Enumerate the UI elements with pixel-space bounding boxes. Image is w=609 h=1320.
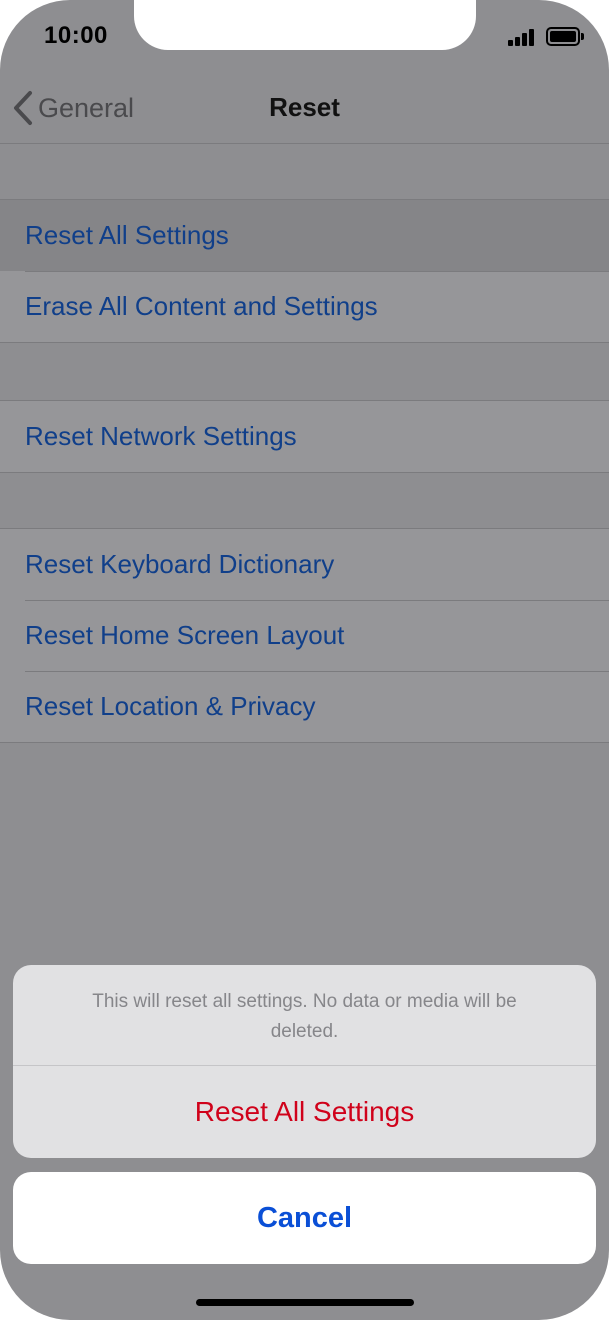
reset-group-3: Reset Keyboard Dictionary Reset Home Scr…: [0, 528, 609, 743]
erase-all-content-row[interactable]: Erase All Content and Settings: [0, 271, 609, 342]
cellular-signal-icon: [508, 28, 538, 46]
navigation-bar: General Reset: [0, 72, 609, 144]
status-time: 10:00: [44, 22, 108, 49]
battery-full-icon: [546, 27, 584, 46]
confirm-reset-all-settings-button[interactable]: Reset All Settings: [13, 1066, 596, 1158]
notch: [134, 0, 476, 50]
reset-group-1: Reset All Settings Erase All Content and…: [0, 199, 609, 343]
phone-screen: 10:00 General Reset Reset All Settings E…: [0, 0, 609, 1320]
page-title: Reset: [269, 92, 340, 122]
reset-location-privacy-row[interactable]: Reset Location & Privacy: [0, 671, 609, 742]
reset-keyboard-dictionary-row[interactable]: Reset Keyboard Dictionary: [0, 529, 609, 600]
row-label: Reset Home Screen Layout: [25, 620, 345, 650]
reset-group-2: Reset Network Settings: [0, 400, 609, 473]
reset-home-screen-layout-row[interactable]: Reset Home Screen Layout: [0, 600, 609, 671]
action-sheet-message: This will reset all settings. No data or…: [13, 965, 596, 1066]
reset-network-settings-row[interactable]: Reset Network Settings: [0, 401, 609, 472]
reset-all-settings-row[interactable]: Reset All Settings: [0, 200, 609, 271]
row-label: Reset Keyboard Dictionary: [25, 549, 335, 579]
action-sheet: This will reset all settings. No data or…: [13, 965, 596, 1158]
row-label: Erase All Content and Settings: [25, 291, 378, 321]
row-label: Reset All Settings: [25, 220, 229, 250]
row-label: Reset Location & Privacy: [25, 691, 316, 721]
row-label: Reset Network Settings: [25, 421, 297, 451]
cancel-button[interactable]: Cancel: [13, 1172, 596, 1264]
home-indicator[interactable]: [196, 1299, 414, 1306]
